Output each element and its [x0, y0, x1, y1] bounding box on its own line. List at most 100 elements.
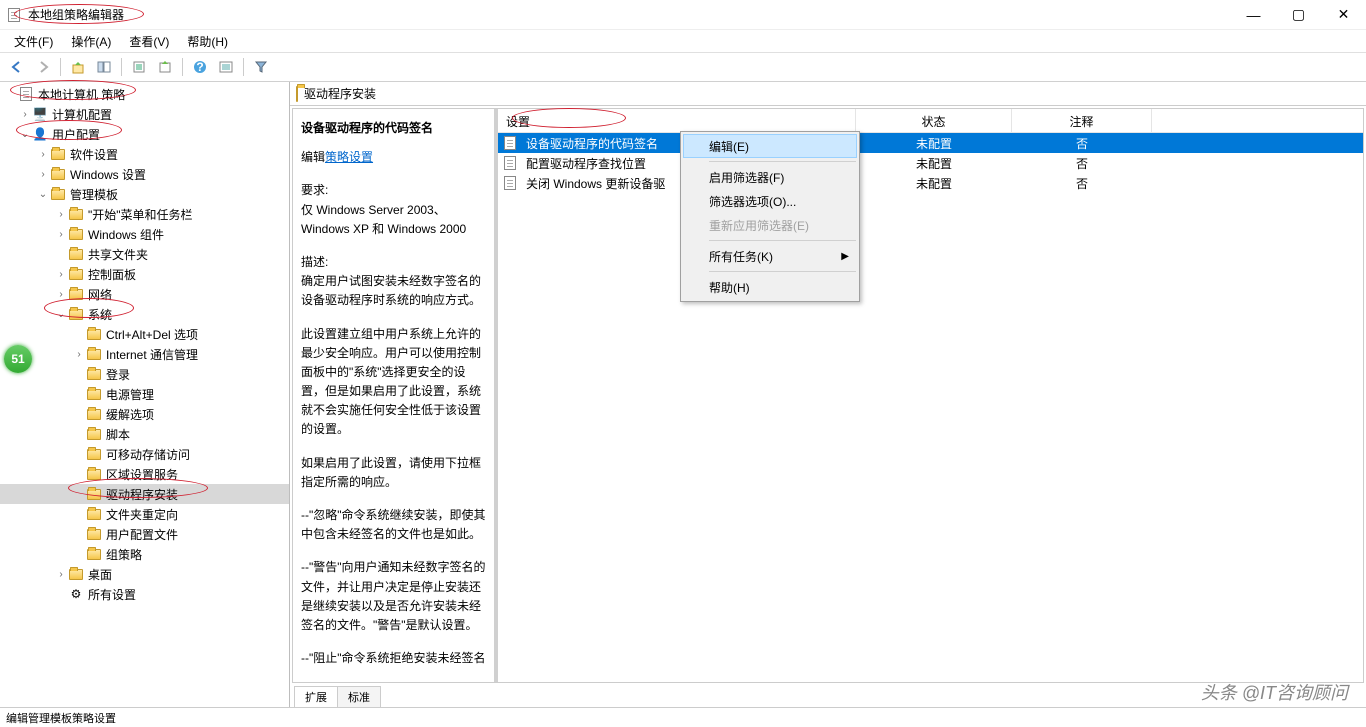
- forward-button[interactable]: [32, 56, 54, 78]
- tree-start-menu[interactable]: ›"开始"菜单和任务栏: [0, 204, 289, 224]
- up-button[interactable]: [67, 56, 89, 78]
- list-row[interactable]: 配置驱动程序查找位置 未配置 否: [498, 153, 1363, 173]
- tree-label: 系统: [88, 306, 112, 323]
- tree-mitigation[interactable]: 缓解选项: [0, 404, 289, 424]
- tree-computer-config[interactable]: ›🖥️计算机配置: [0, 104, 289, 124]
- tree-label: Ctrl+Alt+Del 选项: [106, 326, 198, 343]
- tree-ctrl-alt-del[interactable]: Ctrl+Alt+Del 选项: [0, 324, 289, 344]
- menu-view[interactable]: 查看(V): [121, 31, 177, 52]
- menu-help[interactable]: 帮助(H): [179, 31, 236, 52]
- tree-locale-services[interactable]: 区域设置服务: [0, 464, 289, 484]
- folder-icon: [68, 306, 84, 322]
- folder-icon: [68, 206, 84, 222]
- tree-label: 共享文件夹: [88, 246, 148, 263]
- setting-icon: [502, 156, 518, 170]
- titlebar: 本地组策略编辑器 — ▢ ✕: [0, 0, 1366, 30]
- tree-network[interactable]: ›网络: [0, 284, 289, 304]
- setting-name: 设备驱动程序的代码签名: [301, 119, 486, 138]
- computer-icon: 🖥️: [32, 106, 48, 122]
- filter-button[interactable]: [250, 56, 272, 78]
- folder-icon: [68, 266, 84, 282]
- ctx-enable-filter[interactable]: 启用筛选器(F): [683, 165, 857, 189]
- tree-all-settings[interactable]: ⚙所有设置: [0, 584, 289, 604]
- ctx-label: 所有任务(K): [709, 248, 773, 265]
- requirements-label: 要求:: [301, 181, 486, 200]
- properties-button[interactable]: [128, 56, 150, 78]
- tree-win-components[interactable]: ›Windows 组件: [0, 224, 289, 244]
- tree-label: Windows 设置: [70, 166, 146, 183]
- folder-icon: [296, 87, 298, 101]
- tree-label: 桌面: [88, 566, 112, 583]
- tree-root[interactable]: 本地计算机 策略: [0, 84, 289, 104]
- tree-folder-redirect[interactable]: 文件夹重定向: [0, 504, 289, 524]
- setting-icon: [502, 176, 518, 190]
- tree-control-panel[interactable]: ›控制面板: [0, 264, 289, 284]
- tree-scripts[interactable]: 脚本: [0, 424, 289, 444]
- tree-label: 登录: [106, 366, 130, 383]
- tree-label: 缓解选项: [106, 406, 154, 423]
- list-row[interactable]: 关闭 Windows 更新设备驱 未配置 否: [498, 173, 1363, 193]
- tree-group-policy[interactable]: 组策略: [0, 544, 289, 564]
- ctx-all-tasks[interactable]: 所有任务(K)▶: [683, 244, 857, 268]
- svg-text:?: ?: [196, 60, 203, 74]
- tab-extended[interactable]: 扩展: [294, 686, 338, 707]
- tree-removable-storage[interactable]: 可移动存储访问: [0, 444, 289, 464]
- tree-pane[interactable]: 本地计算机 策略 ›🖥️计算机配置 ⌄👤用户配置 ›软件设置 ›Windows …: [0, 82, 290, 707]
- edit-policy-link[interactable]: 策略设置: [325, 150, 373, 164]
- ctx-help[interactable]: 帮助(H): [683, 275, 857, 299]
- tab-standard[interactable]: 标准: [337, 686, 381, 707]
- tree-desktop[interactable]: ›桌面: [0, 564, 289, 584]
- export-button[interactable]: [154, 56, 176, 78]
- ctx-filter-options[interactable]: 筛选器选项(O)...: [683, 189, 857, 213]
- folder-icon: [86, 526, 102, 542]
- show-hide-tree-button[interactable]: [93, 56, 115, 78]
- tree-driver-install[interactable]: 驱动程序安装: [0, 484, 289, 504]
- close-button[interactable]: ✕: [1321, 0, 1366, 30]
- tree-label: Internet 通信管理: [106, 346, 198, 363]
- ctx-edit[interactable]: 编辑(E): [683, 134, 857, 158]
- tree-admin-templates[interactable]: ⌄管理模板: [0, 184, 289, 204]
- col-state[interactable]: 状态: [856, 109, 1012, 132]
- tree-label: 计算机配置: [52, 106, 112, 123]
- tree-logon[interactable]: 登录: [0, 364, 289, 384]
- watermark: 头条 @IT咨询顾问: [1201, 679, 1348, 705]
- edit-prefix: 编辑: [301, 150, 325, 164]
- col-comment[interactable]: 注释: [1012, 109, 1152, 132]
- folder-icon: [86, 346, 102, 362]
- cell-state: 未配置: [856, 155, 1012, 172]
- col-setting[interactable]: 设置: [498, 109, 856, 132]
- folder-icon: [50, 166, 66, 182]
- settings-list: 设置 状态 注释 设备驱动程序的代码签名 未配置 否 配置驱动程序查找位置 未配…: [498, 109, 1363, 682]
- tree-software-settings[interactable]: ›软件设置: [0, 144, 289, 164]
- tree-windows-settings[interactable]: ›Windows 设置: [0, 164, 289, 184]
- statusbar: 编辑管理模板策略设置: [0, 707, 1366, 727]
- minimize-button[interactable]: —: [1231, 0, 1276, 30]
- details-button[interactable]: [215, 56, 237, 78]
- description-p1: 确定用户试图安装未经数字签名的设备驱动程序时系统的响应方式。: [301, 272, 486, 310]
- cell-state: 未配置: [856, 135, 1012, 152]
- help-button[interactable]: ?: [189, 56, 211, 78]
- list-row[interactable]: 设备驱动程序的代码签名 未配置 否: [498, 133, 1363, 153]
- tree-internet-comm[interactable]: ›Internet 通信管理: [0, 344, 289, 364]
- tree-user-profiles[interactable]: 用户配置文件: [0, 524, 289, 544]
- detail-title: 驱动程序安装: [304, 85, 376, 102]
- window-title: 本地组策略编辑器: [28, 6, 124, 23]
- menu-action[interactable]: 操作(A): [63, 31, 119, 52]
- tree-system[interactable]: ⌄系统: [0, 304, 289, 324]
- folder-icon: [86, 406, 102, 422]
- folder-icon: [68, 226, 84, 242]
- tree-user-config[interactable]: ⌄👤用户配置: [0, 124, 289, 144]
- folder-icon: [68, 286, 84, 302]
- tree-shared-folders[interactable]: 共享文件夹: [0, 244, 289, 264]
- tree-power-mgmt[interactable]: 电源管理: [0, 384, 289, 404]
- maximize-button[interactable]: ▢: [1276, 0, 1321, 30]
- description-p4: --"忽略"命令系统继续安装，即使其中包含未经签名的文件也是如此。: [301, 506, 486, 544]
- ctx-label: 编辑(E): [709, 138, 749, 155]
- list-header: 设置 状态 注释: [498, 109, 1363, 133]
- detail-header: 驱动程序安装: [290, 82, 1366, 106]
- back-button[interactable]: [6, 56, 28, 78]
- menu-file[interactable]: 文件(F): [6, 31, 61, 52]
- folder-icon: [50, 186, 66, 202]
- folder-icon: [86, 386, 102, 402]
- extended-description: 设备驱动程序的代码签名 编辑策略设置 要求: 仅 Windows Server …: [293, 109, 498, 682]
